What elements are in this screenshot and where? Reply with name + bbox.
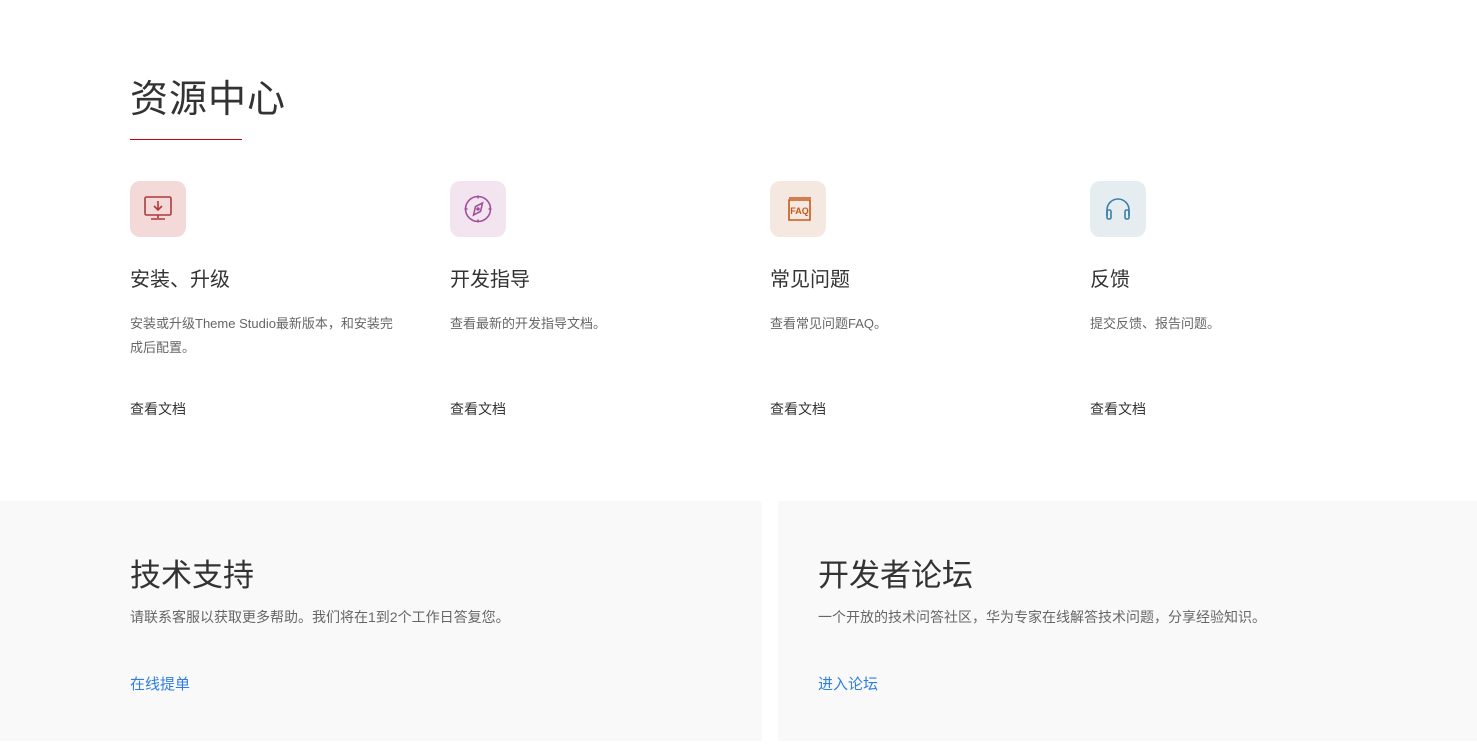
page-title: 资源中心 [130,79,287,121]
headphones-icon [1090,181,1146,237]
card-title: 开发指导 [450,269,530,291]
enter-forum-link[interactable]: 进入论坛 [818,673,878,694]
card-title: 常见问题 [770,269,850,291]
forum-desc: 一个开放的技术问答社区，华为专家在线解答技术问题，分享经验知识。 [818,609,1266,625]
forum-panel: 开发者论坛 一个开放的技术问答社区，华为专家在线解答技术问题，分享经验知识。 进… [778,501,1477,741]
faq-book-icon: FAQ [770,181,826,237]
card-desc: 安装或升级Theme Studio最新版本，和安装完成后配置。 [130,316,393,355]
card-title: 反馈 [1090,269,1130,291]
submit-ticket-link[interactable]: 在线提单 [130,673,190,694]
support-title: 技术支持 [130,558,254,593]
card-faq: FAQ 常见问题 查看常见问题FAQ。 查看文档 [770,181,1050,417]
view-docs-link[interactable]: 查看文档 [130,399,186,419]
forum-title: 开发者论坛 [818,558,973,593]
card-install: 安装、升级 安装或升级Theme Studio最新版本，和安装完成后配置。 查看… [130,181,410,417]
card-desc: 查看常见问题FAQ。 [770,316,888,331]
support-desc: 请联系客服以获取更多帮助。我们将在1到2个工作日答复您。 [130,609,510,625]
title-underline [130,139,242,140]
view-docs-link[interactable]: 查看文档 [770,399,826,419]
card-title: 安装、升级 [130,269,230,291]
compass-icon [450,181,506,237]
card-dev-guide: 开发指导 查看最新的开发指导文档。 查看文档 [450,181,730,417]
card-feedback: 反馈 提交反馈、报告问题。 查看文档 [1090,181,1370,417]
view-docs-link[interactable]: 查看文档 [450,399,506,419]
card-desc: 查看最新的开发指导文档。 [450,316,607,331]
card-desc: 提交反馈、报告问题。 [1090,316,1221,331]
support-panel: 技术支持 请联系客服以获取更多帮助。我们将在1到2个工作日答复您。 在线提单 [0,501,762,741]
svg-text:FAQ: FAQ [790,206,809,216]
view-docs-link[interactable]: 查看文档 [1090,399,1146,419]
monitor-download-icon [130,181,186,237]
